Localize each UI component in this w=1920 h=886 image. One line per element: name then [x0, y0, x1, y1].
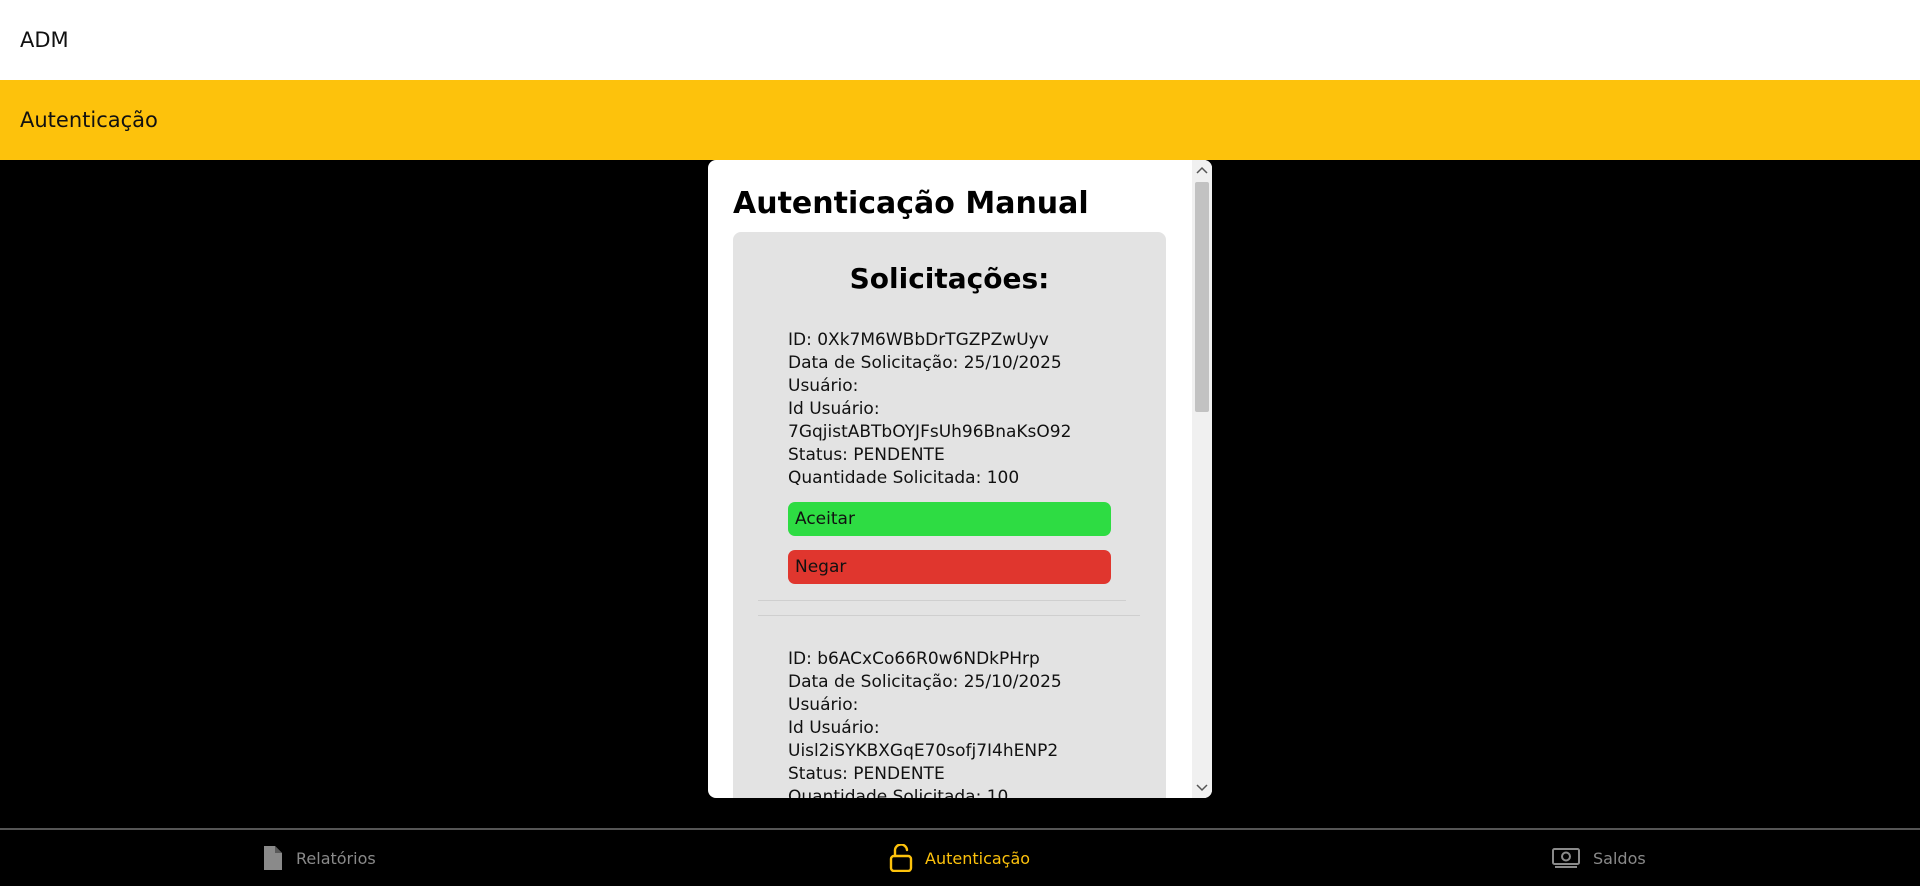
request-user: Usuário:: [788, 695, 859, 715]
auth-panel-scroll-area[interactable]: Autenticação Manual Solicitações: ID: 0X…: [708, 160, 1192, 798]
deny-button[interactable]: Negar: [788, 550, 1111, 584]
request-user-id-value: Uisl2iSYKBXGqE70sofj7I4hENP2: [788, 741, 1059, 761]
request-id: ID: b6ACxCo66R0w6NDkPHrp: [788, 649, 1040, 669]
request-quantity: Quantidade Solicitada: 10: [788, 787, 1009, 798]
page-header: Autenticação: [0, 80, 1920, 160]
nav-item-saldos[interactable]: Saldos: [1551, 830, 1646, 886]
request-user: Usuário:: [788, 376, 859, 396]
panel-scrollbar[interactable]: [1192, 160, 1212, 798]
app-title: ADM: [20, 28, 69, 52]
nav-item-relatorios[interactable]: Relatórios: [262, 830, 376, 886]
request-status: Status: PENDENTE: [788, 764, 945, 784]
request-item: ID: b6ACxCo66R0w6NDkPHrp Data de Solicit…: [788, 648, 1118, 798]
request-status: Status: PENDENTE: [788, 445, 945, 465]
requests-card: Solicitações: ID: 0Xk7M6WBbDrTGZPZwUyv D…: [733, 232, 1166, 798]
request-quantity: Quantidade Solicitada: 100: [788, 468, 1020, 488]
auth-panel: Autenticação Manual Solicitações: ID: 0X…: [708, 160, 1212, 798]
request-divider: [758, 600, 1126, 601]
request-divider: [758, 615, 1140, 616]
bottom-navigation: Relatórios Autenticação Saldos: [0, 828, 1920, 886]
nav-item-label: Autenticação: [925, 848, 1031, 868]
unlock-icon: [889, 844, 913, 872]
nav-item-label: Saldos: [1593, 848, 1646, 868]
request-date: Data de Solicitação: 25/10/2025: [788, 353, 1062, 373]
scroll-down-arrow-icon[interactable]: [1192, 778, 1212, 798]
scroll-up-arrow-icon[interactable]: [1192, 160, 1212, 180]
app-titlebar: ADM: [0, 0, 1920, 80]
main-content: Autenticação Manual Solicitações: ID: 0X…: [0, 160, 1920, 828]
page-title: Autenticação: [20, 108, 158, 132]
nav-item-label: Relatórios: [296, 848, 376, 868]
scrollbar-thumb[interactable]: [1195, 182, 1209, 412]
request-user-id-label: Id Usuário:: [788, 399, 880, 419]
panel-title: Autenticação Manual: [733, 186, 1089, 221]
requests-heading: Solicitações:: [849, 262, 1050, 295]
accept-button[interactable]: Aceitar: [788, 502, 1111, 536]
money-icon: [1551, 846, 1581, 870]
request-date: Data de Solicitação: 25/10/2025: [788, 672, 1062, 692]
request-user-id-label: Id Usuário:: [788, 718, 880, 738]
request-user-id-value: 7GqjistABTbOYJFsUh96BnaKsO92: [788, 422, 1072, 442]
nav-item-autenticacao[interactable]: Autenticação: [889, 830, 1030, 886]
document-icon: [262, 845, 284, 871]
request-id: ID: 0Xk7M6WBbDrTGZPZwUyv: [788, 330, 1049, 350]
request-item: ID: 0Xk7M6WBbDrTGZPZwUyv Data de Solicit…: [788, 329, 1118, 584]
